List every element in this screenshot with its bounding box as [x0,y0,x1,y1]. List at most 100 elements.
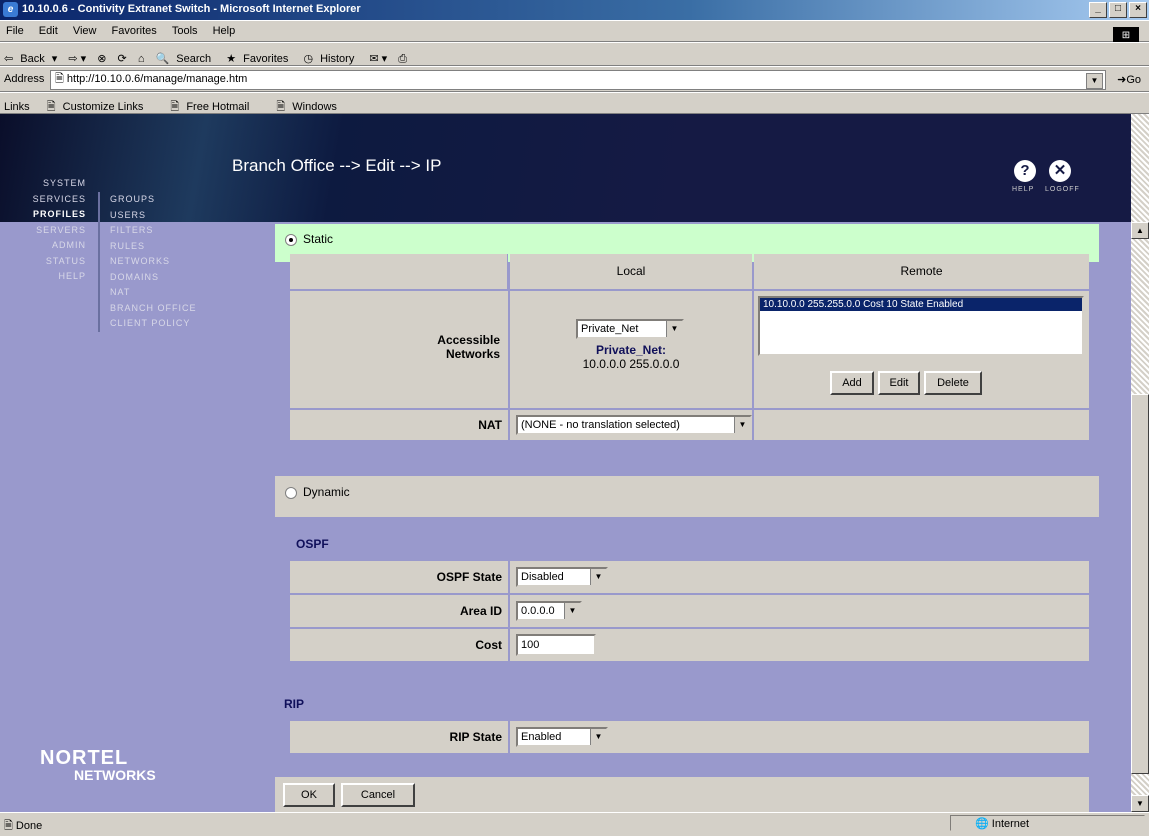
local-network-name: Private_Net: [595,343,667,357]
sub-nav: GROUPS USERS FILTERS RULES NETWORKS DOMA… [98,192,244,332]
go-button[interactable]: ➜Go [1117,73,1141,86]
help-label: HELP [1012,186,1035,193]
menu-favorites[interactable]: Favorites [112,25,157,37]
static-radio[interactable] [285,233,297,246]
favorites-button[interactable]: ★ Favorites [226,48,292,65]
minimize-button[interactable]: _ [1089,2,1107,18]
window-title: 10.10.0.6 - Contivity Extranet Switch - … [22,3,361,15]
subnav-domains[interactable]: DOMAINS [110,270,244,286]
home-icon[interactable]: ⌂ [138,53,145,65]
maximize-button[interactable]: □ [1109,2,1127,18]
subnav-client-policy[interactable]: CLIENT POLICY [110,316,244,332]
link-hotmail-label: Free Hotmail [186,101,250,113]
address-input[interactable]: 🗎 http://10.10.0.6/manage/manage.htm ▼ [50,70,1106,90]
nav-system[interactable]: SYSTEM [14,176,86,192]
status-text: 🗎 Done [4,820,43,832]
search-button[interactable]: 🔍 Search [156,48,216,65]
accessible-label-line1: Accessible [437,333,500,347]
rip-state-value: Enabled [521,731,562,743]
ospf-heading: OSPF [296,537,329,551]
menu-view[interactable]: View [73,25,97,37]
subnav-branch-office[interactable]: BRANCH OFFICE [110,301,244,317]
logoff-icon[interactable]: ✕ [1049,160,1071,182]
area-id-cell: 0.0.0.0 ▼ [510,595,1089,627]
left-navigation: SYSTEM SERVICES PROFILES SERVERS ADMIN S… [0,114,232,812]
rip-state-select[interactable]: Enabled ▼ [516,727,608,747]
stop-icon[interactable]: ⊗ [97,52,106,65]
subnav-networks[interactable]: NETWORKS [110,254,244,270]
accessible-networks-label: Accessible Networks [290,291,508,408]
nat-select[interactable]: (NONE - no translation selected) ▼ [516,415,752,435]
forward-button[interactable]: ⇨ ▾ [68,52,86,65]
vertical-scrollbar[interactable]: ▲ ▼ [1131,114,1149,812]
back-button[interactable]: ⇦ Back ▾ [4,48,57,65]
subnav-rules[interactable]: RULES [110,239,244,255]
delete-button[interactable]: Delete [924,371,982,395]
add-button[interactable]: Add [830,371,874,395]
dynamic-section-header: Dynamic [275,476,1099,518]
cancel-button[interactable]: Cancel [341,783,415,807]
globe-icon: 🌐 [975,818,992,830]
dynamic-label: Dynamic [303,485,350,499]
help-icon[interactable]: ? [1014,160,1036,182]
scroll-up-icon[interactable]: ▲ [1131,222,1149,239]
scroll-thumb[interactable] [1131,394,1149,774]
chevron-down-icon: ▼ [734,417,750,433]
menu-bar: File Edit View Favorites Tools Help ⊞ [0,20,1149,44]
back-label: Back [20,53,45,65]
zone-indicator: 🌐 Internet [950,815,1145,831]
nav-services[interactable]: SERVICES [14,192,86,208]
nav-servers[interactable]: SERVERS [14,223,86,239]
address-label: Address [4,73,45,85]
chevron-down-icon: ▼ [590,729,606,745]
nav-admin[interactable]: ADMIN [14,238,86,254]
area-id-select[interactable]: 0.0.0.0 ▼ [516,601,582,621]
nav-status[interactable]: STATUS [14,254,86,270]
subnav-filters[interactable]: FILTERS [110,223,244,239]
mail-icon[interactable]: ✉ ▾ [369,52,387,65]
menu-file[interactable]: File [6,25,24,37]
print-icon[interactable]: ⎙ [398,53,407,66]
page-title: Branch Office --> Edit --> IP [232,156,442,175]
nav-profiles[interactable]: PROFILES [14,207,86,223]
page-icon: 🗎 [55,73,67,85]
links-label: Links [4,101,30,113]
history-button[interactable]: ◷ History [303,48,358,65]
nat-remote-cell [754,410,1089,440]
address-dropdown-icon[interactable]: ▼ [1086,73,1103,89]
subnav-nat[interactable]: NAT [110,285,244,301]
address-url: http://10.10.0.6/manage/manage.htm [66,73,248,85]
cost-input[interactable]: 100 [516,634,596,656]
remote-network-cell: 10.10.0.0 255.255.0.0 Cost 10 State Enab… [754,291,1089,408]
ospf-state-cell: Disabled ▼ [510,561,1089,593]
remote-network-list[interactable]: 10.10.0.0 255.255.0.0 Cost 10 State Enab… [758,296,1084,356]
nav-help[interactable]: HELP [14,269,86,285]
subnav-users[interactable]: USERS [110,208,244,224]
static-label: Static [303,232,334,246]
menu-tools[interactable]: Tools [172,25,198,37]
nat-select-value: (NONE - no translation selected) [521,419,680,431]
favorites-label: Favorites [243,53,289,65]
edit-button[interactable]: Edit [878,371,920,395]
local-network-select[interactable]: Private_Net ▼ [576,319,684,339]
dynamic-radio[interactable] [285,486,297,499]
close-button[interactable]: × [1129,2,1147,18]
chevron-down-icon: ▼ [564,603,580,619]
scroll-down-icon[interactable]: ▼ [1131,795,1149,812]
refresh-icon[interactable]: ⟳ [118,52,127,65]
ie-icon: e [3,2,18,17]
remote-network-entry[interactable]: 10.10.0.0 255.255.0.0 Cost 10 State Enab… [760,298,1082,311]
ospf-state-select[interactable]: Disabled ▼ [516,567,608,587]
nortel-logo: NORTEL NETWORKS [40,747,156,783]
links-bar: Links 🗎 Customize Links 🗎 Free Hotmail 🗎… [0,92,1149,114]
menu-edit[interactable]: Edit [39,25,58,37]
subnav-groups[interactable]: GROUPS [110,192,244,208]
logo-line-2: NETWORKS [74,767,156,783]
search-label: Search [176,53,212,65]
nat-cell: (NONE - no translation selected) ▼ [510,410,752,440]
go-label: Go [1126,74,1141,86]
local-network-address: 10.0.0.0 255.0.0.0 [582,357,680,371]
menu-help[interactable]: Help [213,25,236,37]
ok-button[interactable]: OK [283,783,335,807]
toolbar: ⇦ Back ▾ ⇨ ▾ ⊗ ⟳ ⌂ 🔍 Search ★ Favorites … [0,42,1149,66]
